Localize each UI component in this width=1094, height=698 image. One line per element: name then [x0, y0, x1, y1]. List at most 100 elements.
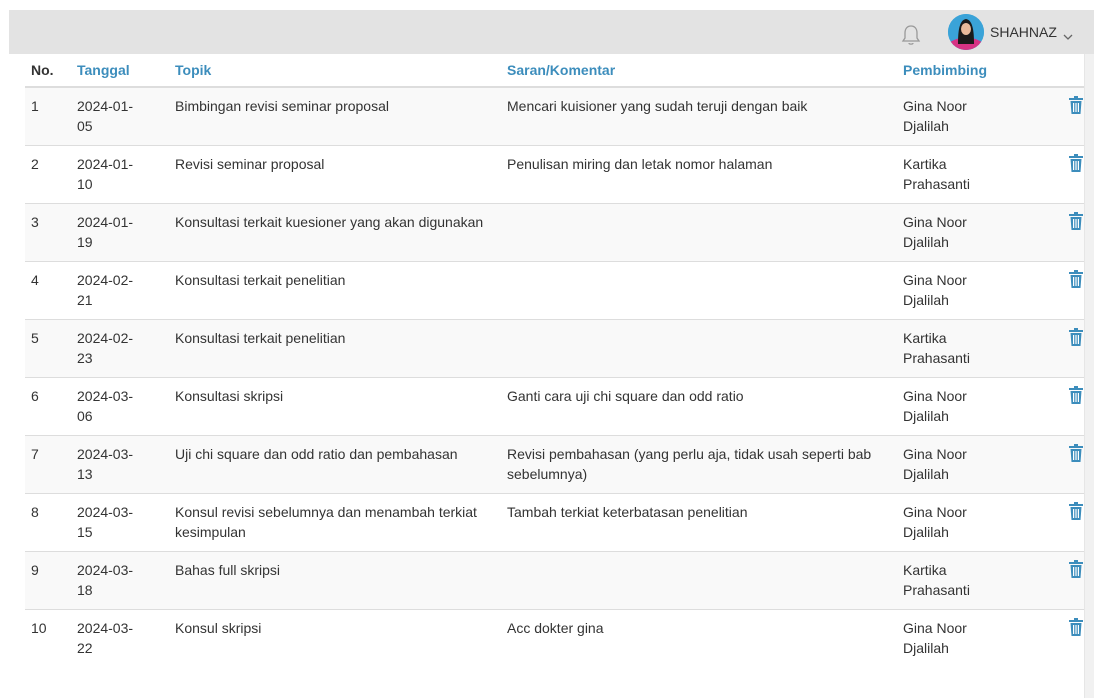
- cell-no: 6: [25, 376, 71, 435]
- user-menu[interactable]: SHAHNAZ: [948, 12, 1073, 52]
- trash-icon[interactable]: [1069, 501, 1083, 520]
- cell-topik: Konsultasi terkait penelitian: [169, 318, 501, 377]
- row-number: 4: [31, 271, 39, 288]
- tanggal-line-1: 2024-03-: [77, 619, 134, 636]
- pembimbing-line-2: Djalilah: [903, 523, 949, 540]
- bell-icon[interactable]: [901, 24, 921, 46]
- cell-pembimbing: Gina Noor Djalilah: [897, 492, 1059, 551]
- cell-no: 2: [25, 144, 71, 203]
- trash-icon[interactable]: [1069, 617, 1083, 636]
- cell-tanggal: 2024-01- 19: [71, 202, 169, 261]
- cell-pembimbing: Gina Noor Djalilah: [897, 434, 1059, 493]
- avatar: [948, 14, 984, 50]
- saran-text: Revisi pembahasan (yang perlu aja, tidak…: [507, 445, 872, 482]
- topik-text: Konsul skripsi: [175, 619, 262, 636]
- topik-text: Konsultasi terkait penelitian: [175, 329, 346, 346]
- trash-icon[interactable]: [1069, 443, 1083, 462]
- table-row: 3 2024-01- 19 Konsultasi terkait kuesioner …: [25, 202, 1094, 261]
- pembimbing-line-2: Prahasanti: [903, 349, 970, 366]
- chevron-down-icon: [1063, 28, 1073, 40]
- cell-no: 3: [25, 202, 71, 261]
- pembimbing-line-2: Prahasanti: [903, 175, 970, 192]
- cell-no: 4: [25, 260, 71, 319]
- cell-pembimbing: Gina Noor Djalilah: [897, 86, 1059, 145]
- column-header-tanggal[interactable]: Tanggal: [71, 54, 169, 88]
- cell-no: 8: [25, 492, 71, 551]
- saran-text: Penulisan miring dan letak nomor halaman: [507, 155, 773, 172]
- cell-tanggal: 2024-03- 06: [71, 376, 169, 435]
- pembimbing-line-2: Djalilah: [903, 118, 949, 134]
- topik-text: Konsultasi skripsi: [175, 387, 284, 404]
- topik-text: Konsultasi terkait penelitian: [175, 271, 346, 288]
- cell-tanggal: 2024-01- 05: [71, 86, 169, 145]
- table-row: 10 2024-03- 22 Konsul skripsi Acc dokter gin…: [25, 608, 1094, 667]
- cell-saran: Tambah terkiat keterbatasan penelitian: [501, 492, 897, 551]
- tanggal-line-2: 22: [77, 639, 93, 656]
- trash-icon[interactable]: [1069, 385, 1083, 404]
- cell-topik: Bimbingan revisi seminar proposal: [169, 86, 501, 145]
- trash-icon[interactable]: [1069, 559, 1083, 578]
- pembimbing-line-1: Kartika: [903, 329, 947, 346]
- cell-saran: Ganti cara uji chi square dan odd ratio: [501, 376, 897, 435]
- trash-icon[interactable]: [1069, 211, 1083, 230]
- table-row: 2 2024-01- 10 Revisi seminar proposal Penuli…: [25, 144, 1094, 203]
- cell-no: 9: [25, 550, 71, 609]
- topik-text: Revisi seminar proposal: [175, 155, 325, 172]
- pembimbing-line-1: Kartika: [903, 155, 947, 172]
- row-number: 3: [31, 213, 39, 230]
- cell-topik: Bahas full skripsi: [169, 550, 501, 609]
- pembimbing-line-1: Gina Noor: [903, 213, 967, 230]
- row-number: 5: [31, 329, 39, 346]
- tanggal-line-2: 13: [77, 465, 93, 482]
- pembimbing-line-1: Gina Noor: [903, 619, 967, 636]
- tanggal-line-2: 05: [77, 118, 93, 134]
- topik-text: Konsultasi terkait kuesioner yang akan d…: [175, 213, 484, 230]
- column-header-no: No.: [25, 54, 71, 88]
- table-row: 9 2024-03- 18 Bahas full skripsi Kartika Prah…: [25, 550, 1094, 609]
- trash-icon[interactable]: [1069, 269, 1083, 288]
- pembimbing-line-2: Djalilah: [903, 407, 949, 424]
- saran-text: Ganti cara uji chi square dan odd ratio: [507, 387, 744, 404]
- cell-pembimbing: Kartika Prahasanti: [897, 144, 1059, 203]
- tanggal-line-1: 2024-01-: [77, 213, 134, 230]
- cell-pembimbing: Kartika Prahasanti: [897, 318, 1059, 377]
- cell-saran: Mencari kuisioner yang sudah teruji deng…: [501, 86, 897, 145]
- cell-topik: Konsultasi terkait kuesioner yang akan d…: [169, 202, 501, 261]
- pembimbing-line-1: Gina Noor: [903, 503, 967, 520]
- trash-icon[interactable]: [1069, 153, 1083, 172]
- tanggal-line-2: 19: [77, 233, 93, 250]
- column-header-pembimbing[interactable]: Pembimbing: [897, 54, 1059, 88]
- tanggal-line-1: 2024-03-: [77, 445, 134, 462]
- cell-pembimbing: Kartika Prahasanti: [897, 550, 1059, 609]
- cell-tanggal: 2024-03- 22: [71, 608, 169, 667]
- column-header-saran[interactable]: Saran/Komentar: [501, 54, 897, 88]
- cell-tanggal: 2024-03- 13: [71, 434, 169, 493]
- cell-saran: [501, 260, 897, 319]
- trash-icon[interactable]: [1069, 96, 1083, 114]
- pembimbing-line-2: Djalilah: [903, 233, 949, 250]
- cell-tanggal: 2024-03- 18: [71, 550, 169, 609]
- tanggal-line-2: 21: [77, 291, 93, 308]
- row-number: 7: [31, 445, 39, 462]
- saran-text: Tambah terkiat keterbatasan penelitian: [507, 503, 748, 520]
- topik-text: Konsul revisi sebelumnya dan menambah te…: [175, 503, 477, 540]
- cell-pembimbing: Gina Noor Djalilah: [897, 202, 1059, 261]
- pembimbing-line-2: Djalilah: [903, 465, 949, 482]
- tanggal-line-1: 2024-02-: [77, 271, 134, 288]
- cell-saran: Penulisan miring dan letak nomor halaman: [501, 144, 897, 203]
- scrollbar[interactable]: [1084, 54, 1094, 698]
- pembimbing-line-1: Gina Noor: [903, 98, 967, 114]
- pembimbing-line-2: Djalilah: [903, 291, 949, 308]
- column-header-topik[interactable]: Topik: [169, 54, 501, 88]
- trash-icon[interactable]: [1069, 327, 1083, 346]
- pembimbing-line-1: Gina Noor: [903, 387, 967, 404]
- topik-text: Uji chi square dan odd ratio dan pembaha…: [175, 445, 458, 462]
- table-row: 5 2024-02- 23 Konsultasi terkait penelitian…: [25, 318, 1094, 377]
- table-row: 1 2024-01- 05 Bimbingan revisi seminar prop…: [25, 86, 1094, 145]
- tanggal-line-2: 06: [77, 407, 93, 424]
- tanggal-line-1: 2024-03-: [77, 503, 134, 520]
- pembimbing-line-1: Gina Noor: [903, 445, 967, 462]
- cell-pembimbing: Gina Noor Djalilah: [897, 376, 1059, 435]
- topik-text: Bimbingan revisi seminar proposal: [175, 98, 389, 114]
- table-row: 6 2024-03- 06 Konsultasi skripsi Ganti cara …: [25, 376, 1094, 435]
